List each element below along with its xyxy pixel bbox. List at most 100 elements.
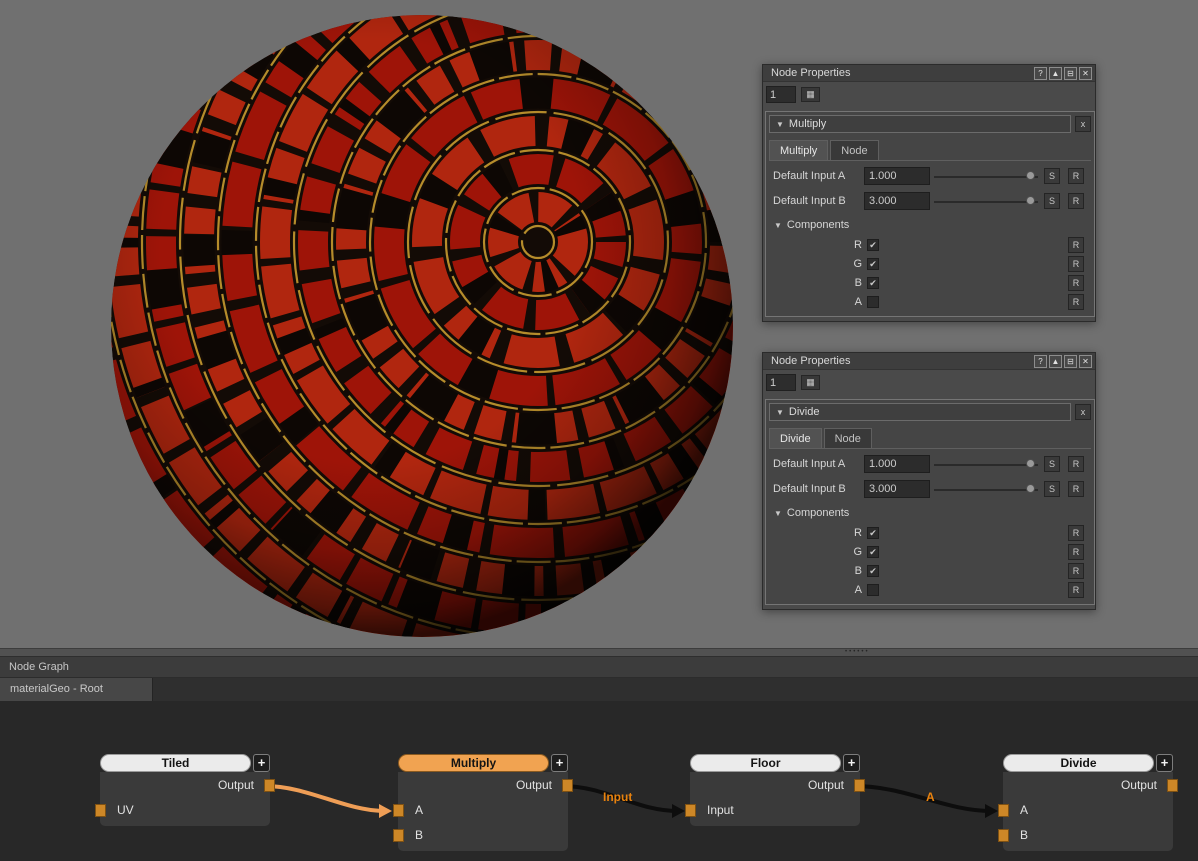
channel-a-checkbox[interactable] [867, 584, 879, 596]
node-title[interactable]: Floor [690, 754, 841, 772]
output-port[interactable] [264, 779, 275, 792]
reset-button[interactable]: R [1068, 544, 1084, 560]
output-port[interactable] [854, 779, 865, 792]
remove-node-button[interactable]: x [1075, 404, 1091, 420]
float-icon[interactable]: ⊟ [1064, 355, 1077, 368]
default-input-b-slider[interactable] [934, 489, 1038, 491]
input-port[interactable] [95, 804, 106, 817]
default-input-a-slider[interactable] [934, 464, 1038, 466]
tab-materialgeo-root[interactable]: materialGeo - Root [0, 678, 153, 701]
slider-handle[interactable] [1026, 196, 1035, 205]
channel-b-checkbox[interactable]: ✔ [867, 565, 879, 577]
wire-label-input: Input [603, 790, 632, 804]
collapse-triangle-icon: ▼ [774, 509, 782, 518]
default-input-b-value[interactable] [864, 192, 930, 210]
components-header[interactable]: ▼Components [774, 219, 849, 231]
tab-node[interactable]: Node [824, 428, 872, 448]
channel-r-checkbox[interactable]: ✔ [867, 239, 879, 251]
node-graph-canvas[interactable]: Input A Tiled + Output UV Multiply + Out… [0, 701, 1198, 861]
dock-splitter[interactable]: •••••• [0, 648, 1198, 657]
input-port[interactable] [998, 804, 1009, 817]
add-node-button[interactable]: + [1156, 754, 1173, 772]
swatch-icon[interactable]: ▦ [801, 375, 820, 390]
channel-g-checkbox[interactable]: ✔ [867, 546, 879, 558]
node-group-header[interactable]: ▼Multiply [769, 115, 1071, 133]
default-input-a-value[interactable] [864, 455, 930, 473]
set-key-button[interactable]: S [1044, 456, 1060, 472]
components-header[interactable]: ▼Components [774, 507, 849, 519]
channel-label: B [766, 277, 862, 289]
float-icon[interactable]: ⊟ [1064, 67, 1077, 80]
default-input-a-value[interactable] [864, 167, 930, 185]
channel-r-checkbox[interactable]: ✔ [867, 527, 879, 539]
input-port[interactable] [393, 804, 404, 817]
panel-title: Node Properties [771, 67, 1032, 79]
3d-viewport[interactable]: Node Properties ? ▲ ⊟ ✕ ▦ ▼Multiply x Mu… [0, 0, 1198, 648]
input-port[interactable] [393, 829, 404, 842]
default-input-a-slider[interactable] [934, 176, 1038, 178]
node-graph-header[interactable]: Node Graph [0, 657, 1198, 678]
remove-node-button[interactable]: x [1075, 116, 1091, 132]
pin-count-input[interactable] [766, 86, 796, 103]
set-key-button[interactable]: S [1044, 193, 1060, 209]
default-input-b-value[interactable] [864, 480, 930, 498]
collapse-triangle-icon: ▼ [774, 221, 782, 230]
reset-button[interactable]: R [1068, 256, 1084, 272]
tab-multiply[interactable]: Multiply [769, 140, 828, 160]
swatch-icon[interactable]: ▦ [801, 87, 820, 102]
node-properties-panel-multiply: Node Properties ? ▲ ⊟ ✕ ▦ ▼Multiply x Mu… [762, 64, 1096, 322]
set-key-button[interactable]: S [1044, 481, 1060, 497]
set-key-button[interactable]: S [1044, 168, 1060, 184]
add-node-button[interactable]: + [551, 754, 568, 772]
reset-button[interactable]: R [1068, 294, 1084, 310]
reset-button[interactable]: R [1068, 168, 1084, 184]
input-row-a: A [398, 798, 568, 823]
panel-titlebar[interactable]: Node Properties ? ▲ ⊟ ✕ [763, 65, 1095, 82]
output-row: Output [1003, 773, 1173, 798]
slider-handle[interactable] [1026, 459, 1035, 468]
input-row-input: Input [690, 798, 860, 823]
input-port[interactable] [998, 829, 1009, 842]
reset-button[interactable]: R [1068, 456, 1084, 472]
add-node-button[interactable]: + [253, 754, 270, 772]
panel-titlebar[interactable]: Node Properties ? ▲ ⊟ ✕ [763, 353, 1095, 370]
channel-b-checkbox[interactable]: ✔ [867, 277, 879, 289]
channel-g-checkbox[interactable]: ✔ [867, 258, 879, 270]
reset-button[interactable]: R [1068, 582, 1084, 598]
help-icon[interactable]: ? [1034, 355, 1047, 368]
channel-row-a: A R [766, 581, 1094, 600]
splitter-grip-icon[interactable]: •••••• [845, 649, 870, 656]
add-node-button[interactable]: + [843, 754, 860, 772]
pin-count-input[interactable] [766, 374, 796, 391]
output-port[interactable] [1167, 779, 1178, 792]
reset-button[interactable]: R [1068, 237, 1084, 253]
channel-row-r: R ✔ R [766, 236, 1094, 255]
slider-handle[interactable] [1026, 484, 1035, 493]
reset-button[interactable]: R [1068, 481, 1084, 497]
node-title[interactable]: Multiply [398, 754, 549, 772]
reset-button[interactable]: R [1068, 563, 1084, 579]
help-icon[interactable]: ? [1034, 67, 1047, 80]
tab-node[interactable]: Node [830, 140, 878, 160]
wire-tiled-to-multiply[interactable] [265, 786, 385, 811]
node-group-title: Multiply [789, 118, 826, 130]
channel-a-checkbox[interactable] [867, 296, 879, 308]
reset-button[interactable]: R [1068, 525, 1084, 541]
default-input-b-slider[interactable] [934, 201, 1038, 203]
node-group-header[interactable]: ▼Divide [769, 403, 1071, 421]
close-icon[interactable]: ✕ [1079, 67, 1092, 80]
collapse-icon[interactable]: ▲ [1049, 355, 1062, 368]
reset-button[interactable]: R [1068, 193, 1084, 209]
wire-floor-to-divide[interactable] [854, 786, 991, 811]
tab-divide[interactable]: Divide [769, 428, 822, 448]
node-title[interactable]: Tiled [100, 754, 251, 772]
output-port[interactable] [562, 779, 573, 792]
node-title[interactable]: Divide [1003, 754, 1154, 772]
collapse-icon[interactable]: ▲ [1049, 67, 1062, 80]
close-icon[interactable]: ✕ [1079, 355, 1092, 368]
reset-button[interactable]: R [1068, 275, 1084, 291]
input-port[interactable] [685, 804, 696, 817]
wire-arrow-icon [379, 804, 392, 818]
node-group-box: ▼Multiply x Multiply Node Default Input … [765, 111, 1095, 317]
slider-handle[interactable] [1026, 171, 1035, 180]
